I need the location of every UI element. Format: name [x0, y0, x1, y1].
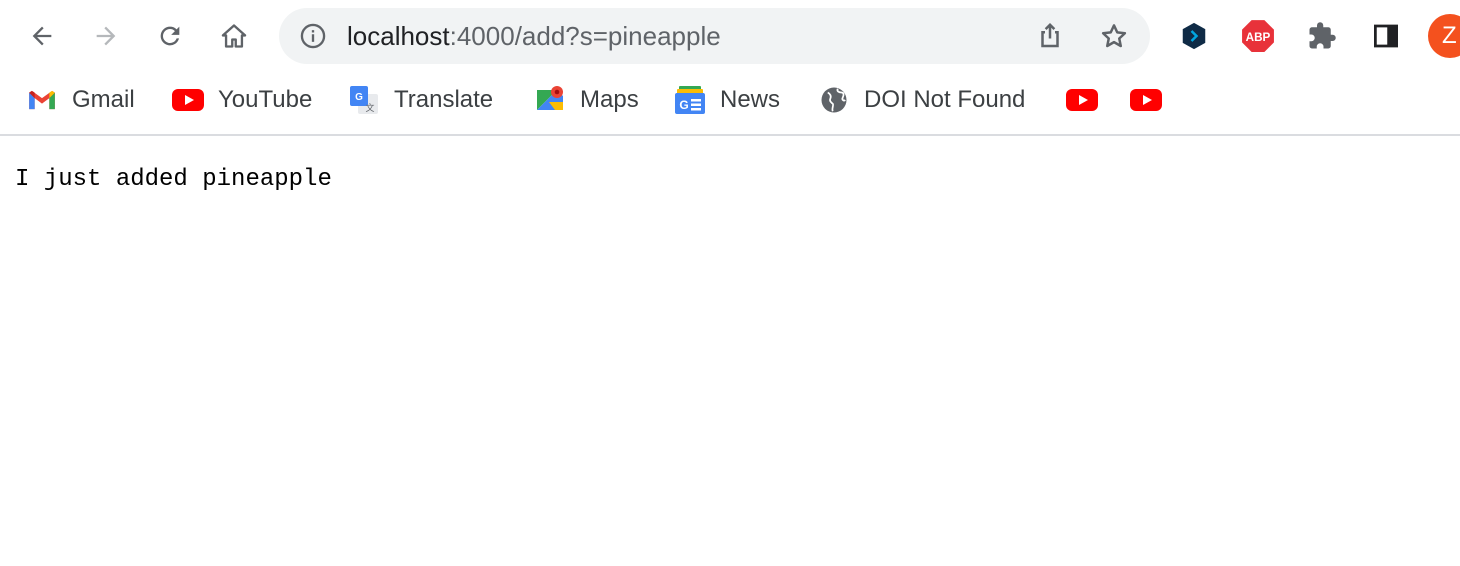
bookmark-translate[interactable]: G 文 Translate: [348, 82, 493, 118]
gmail-icon: [26, 84, 58, 116]
home-icon: [221, 24, 247, 48]
star-icon[interactable]: [1099, 21, 1129, 51]
reload-button[interactable]: [150, 16, 190, 56]
adblock-plus-icon[interactable]: ABP: [1240, 18, 1276, 54]
browser-toolbar: localhost:4000/add?s=pineapple ABP Z: [0, 0, 1460, 72]
dark-extension-icon[interactable]: [1176, 18, 1212, 54]
bookmark-label: Maps: [580, 86, 639, 113]
abp-label: ABP: [1246, 31, 1271, 44]
reload-icon: [160, 26, 180, 46]
news-icon: G: [674, 84, 706, 116]
profile-initial: Z: [1442, 22, 1457, 49]
arrow-right-icon: [96, 26, 116, 46]
puzzle-icon[interactable]: [1304, 18, 1340, 54]
globe-icon: [818, 84, 850, 116]
bookmark-doi-not-found[interactable]: DOI Not Found: [818, 82, 1025, 118]
url-text[interactable]: localhost:4000/add?s=pineapple: [347, 8, 721, 64]
translate-icon: G 文: [348, 84, 380, 116]
bookmark-gmail[interactable]: Gmail: [26, 82, 135, 118]
bookmark-label: DOI Not Found: [864, 86, 1026, 113]
svg-text:G: G: [355, 92, 363, 103]
arrow-left-icon: [32, 26, 52, 46]
page-text: I just added pineapple: [15, 166, 332, 193]
bookmarks-bar: Gmail YouTube G 文 Translate Maps G News …: [0, 72, 1460, 136]
bookmark-maps[interactable]: Maps: [534, 82, 639, 118]
address-bar[interactable]: localhost:4000/add?s=pineapple: [279, 8, 1150, 64]
svg-text:G: G: [679, 98, 688, 112]
bookmark-youtube-2[interactable]: [1130, 82, 1176, 118]
forward-button[interactable]: [86, 16, 126, 56]
bookmark-youtube-1[interactable]: [1066, 82, 1112, 118]
bookmark-youtube[interactable]: YouTube: [172, 82, 312, 118]
youtube-icon: [1130, 84, 1162, 116]
side-panel-icon[interactable]: [1368, 18, 1404, 54]
back-button[interactable]: [22, 16, 62, 56]
profile-avatar[interactable]: Z: [1428, 14, 1460, 58]
bookmark-label: Translate: [394, 86, 494, 113]
home-button[interactable]: [214, 16, 254, 56]
url-path: :4000/add?s=pineapple: [449, 21, 721, 51]
share-icon[interactable]: [1035, 21, 1065, 51]
bookmark-label: News: [720, 86, 781, 113]
url-host: localhost: [347, 21, 450, 51]
youtube-icon: [1066, 84, 1098, 116]
page-content: I just added pineapple: [15, 166, 332, 193]
info-icon[interactable]: [299, 22, 327, 50]
maps-icon: [534, 84, 566, 116]
youtube-icon: [172, 84, 204, 116]
bookmark-label: Gmail: [72, 86, 135, 113]
svg-text:文: 文: [365, 102, 374, 114]
bookmark-label: YouTube: [218, 86, 313, 113]
bookmark-news[interactable]: G News: [674, 82, 780, 118]
